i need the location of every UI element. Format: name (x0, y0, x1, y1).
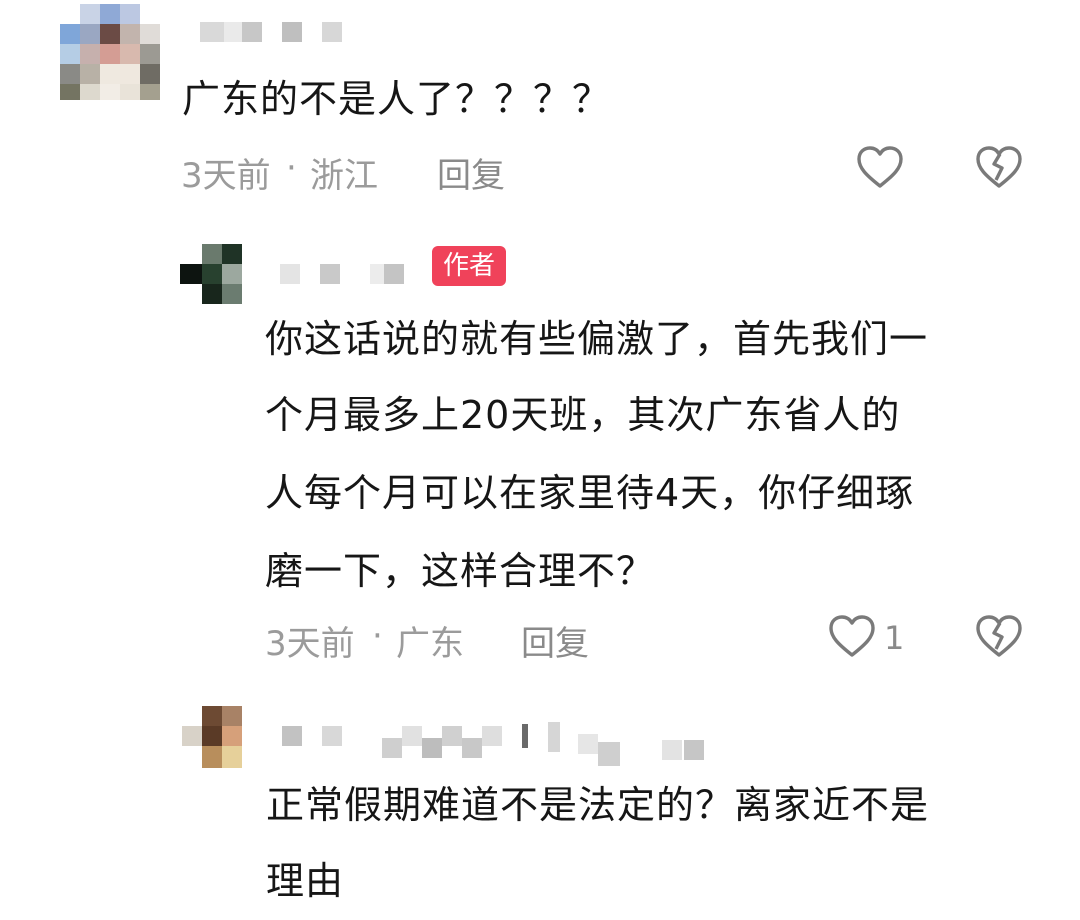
meta-separator: · (286, 148, 297, 188)
heart-icon[interactable] (856, 145, 904, 189)
heart-icon[interactable] (828, 614, 876, 658)
comment-text-line: 正常假期难道不是法定的？离家近不是 (266, 783, 930, 827)
comment-time: 3天前 (181, 156, 271, 196)
username-blurred[interactable] (200, 20, 360, 44)
comment-location: 浙江 (310, 156, 378, 196)
avatar[interactable] (182, 706, 244, 768)
comment-text-line: 磨一下，这样合理不？ (265, 549, 656, 593)
avatar[interactable] (180, 244, 244, 306)
reply-button[interactable]: 回复 (437, 148, 505, 197)
username-blurred[interactable] (282, 716, 712, 772)
comment-time: 3天前 (265, 624, 355, 664)
reply-button[interactable]: 回复 (521, 616, 589, 665)
like-count: 1 (884, 619, 905, 657)
comment-location: 广东 (396, 624, 464, 664)
avatar[interactable] (60, 4, 162, 100)
comment-text: 广东的不是人了？？？？ (182, 77, 612, 121)
comment-text-line: 你这话说的就有些偏激了，首先我们一 (265, 317, 929, 361)
broken-heart-icon[interactable] (975, 614, 1023, 658)
broken-heart-icon[interactable] (975, 145, 1023, 189)
comment-text-line: 人每个月可以在家里待4天，你仔细琢 (265, 471, 915, 515)
meta-separator: · (372, 616, 383, 656)
author-badge: 作者 (432, 246, 507, 286)
comment-text-line: 理由 (266, 859, 345, 903)
username-blurred[interactable] (280, 262, 430, 286)
comment-text-line: 个月最多上20天班，其次广东省人的 (265, 393, 901, 437)
